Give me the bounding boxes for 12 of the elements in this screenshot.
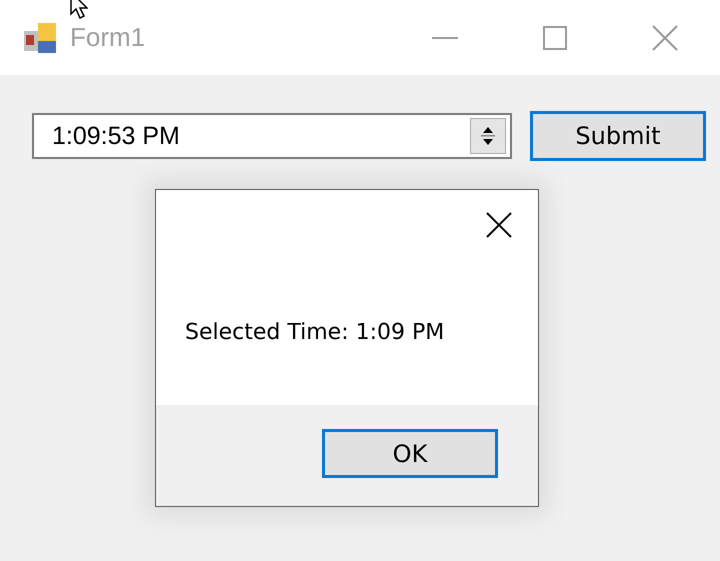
- time-picker[interactable]: 1:09:53 PM: [32, 113, 512, 159]
- ok-button[interactable]: OK: [322, 429, 498, 478]
- dialog-message: Selected Time: 1:09 PM: [185, 320, 446, 345]
- submit-button[interactable]: Submit: [530, 111, 706, 161]
- minimize-icon: [432, 36, 458, 38]
- app-icon: [24, 22, 56, 52]
- window-title: Form1: [70, 22, 146, 53]
- up-down-icon: [481, 125, 495, 147]
- close-icon: [652, 24, 678, 50]
- spin-button[interactable]: [470, 118, 506, 154]
- maximize-icon: [543, 26, 567, 50]
- close-icon: [485, 211, 513, 239]
